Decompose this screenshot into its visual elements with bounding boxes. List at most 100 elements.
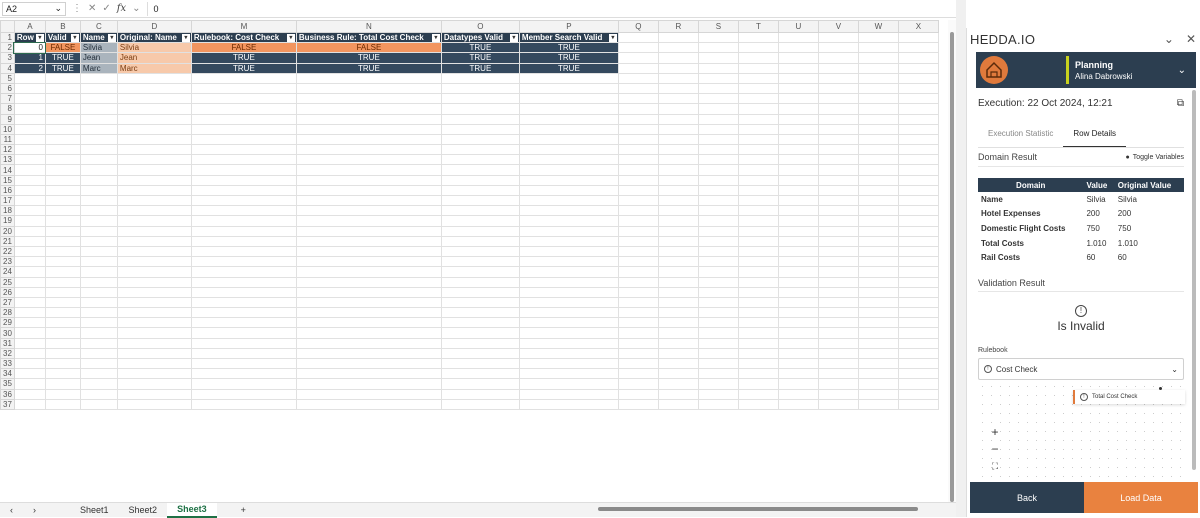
cell[interactable] [79,235,118,247]
cell[interactable] [777,164,819,176]
cell[interactable] [777,72,819,84]
cell[interactable] [44,235,81,247]
filter-dropdown-icon[interactable]: ▾ [509,34,518,42]
cell[interactable] [697,174,739,186]
cell[interactable] [79,205,118,217]
row-header[interactable]: 6 [0,82,15,95]
cell[interactable] [190,133,297,146]
cell[interactable] [190,164,297,176]
cell[interactable] [79,144,118,156]
row-header[interactable]: 1 [0,31,15,44]
cell[interactable] [79,357,118,370]
cell[interactable] [897,276,939,288]
cell[interactable] [440,388,520,400]
cell[interactable] [190,225,297,237]
cell[interactable] [777,398,819,410]
cell[interactable] [697,123,739,135]
cell[interactable] [13,72,46,84]
cell[interactable] [190,194,297,207]
table-cell[interactable]: Marc [116,62,192,74]
cell[interactable] [857,133,899,146]
cell[interactable] [440,368,520,380]
cell[interactable] [295,317,442,329]
cell[interactable] [617,235,659,247]
cell[interactable] [737,113,779,125]
row-header[interactable]: 5 [0,72,15,84]
cell[interactable] [295,133,442,146]
cell[interactable] [857,154,899,166]
cell[interactable] [857,194,899,207]
cell[interactable] [897,184,939,197]
cell[interactable] [657,93,699,105]
cell[interactable] [518,164,619,176]
cell[interactable] [777,317,819,329]
cell[interactable] [897,378,939,390]
chevron-down-icon[interactable]: ⌄ [1164,32,1174,46]
cell[interactable] [737,174,779,186]
cell[interactable] [116,144,192,156]
cell[interactable] [657,256,699,268]
cell[interactable] [697,113,739,125]
cell[interactable] [657,31,699,44]
cell[interactable] [897,113,939,125]
cell[interactable] [116,174,192,186]
cell[interactable] [440,327,520,339]
cell[interactable] [79,256,118,268]
cell[interactable] [44,378,81,390]
cell[interactable] [79,194,118,207]
cell[interactable] [897,317,939,329]
column-header[interactable]: S [697,20,739,33]
chevron-down-icon[interactable]: ⌄ [1178,65,1186,76]
cell[interactable] [817,215,859,227]
cell[interactable] [817,327,859,339]
cell[interactable] [697,347,739,360]
cell[interactable] [697,184,739,197]
cell[interactable] [44,123,81,135]
cell[interactable] [777,174,819,186]
cell[interactable] [817,225,859,237]
filter-dropdown-icon[interactable]: ▾ [608,34,617,42]
cell[interactable] [777,378,819,390]
cell[interactable] [857,225,899,237]
cell[interactable] [190,82,297,95]
cell[interactable] [116,317,192,329]
table-cell[interactable]: TRUE [295,62,442,74]
row-header[interactable]: 21 [0,235,15,247]
cell[interactable] [44,296,81,309]
cell[interactable] [657,235,699,247]
cell[interactable] [44,133,81,146]
cell[interactable] [13,225,46,237]
cell[interactable] [44,113,81,125]
cell[interactable] [13,82,46,95]
cell[interactable] [697,42,739,54]
cell[interactable] [79,368,118,380]
cell[interactable] [295,103,442,115]
cell[interactable] [737,276,779,288]
row-header[interactable]: 3 [0,52,15,64]
cell[interactable] [617,31,659,44]
cell[interactable] [13,256,46,268]
table-header-cell[interactable]: Row ▾ [13,31,46,44]
cell[interactable] [737,388,779,400]
cell[interactable] [518,72,619,84]
cell[interactable] [79,123,118,135]
cell[interactable] [777,93,819,105]
horizontal-scrollbar[interactable] [588,506,948,512]
cell[interactable] [79,276,118,288]
cell[interactable] [777,42,819,54]
cell[interactable] [697,194,739,207]
cell[interactable] [295,337,442,349]
cell[interactable] [697,296,739,309]
cell[interactable] [617,174,659,186]
cell[interactable] [777,337,819,349]
cell[interactable] [697,205,739,217]
cell[interactable] [617,378,659,390]
cell[interactable] [295,368,442,380]
cell[interactable] [295,307,442,319]
cell[interactable] [657,398,699,410]
cell[interactable] [777,235,819,247]
cell[interactable] [617,144,659,156]
close-icon[interactable]: ✕ [88,3,96,14]
cell[interactable] [116,327,192,339]
cell[interactable] [190,245,297,258]
